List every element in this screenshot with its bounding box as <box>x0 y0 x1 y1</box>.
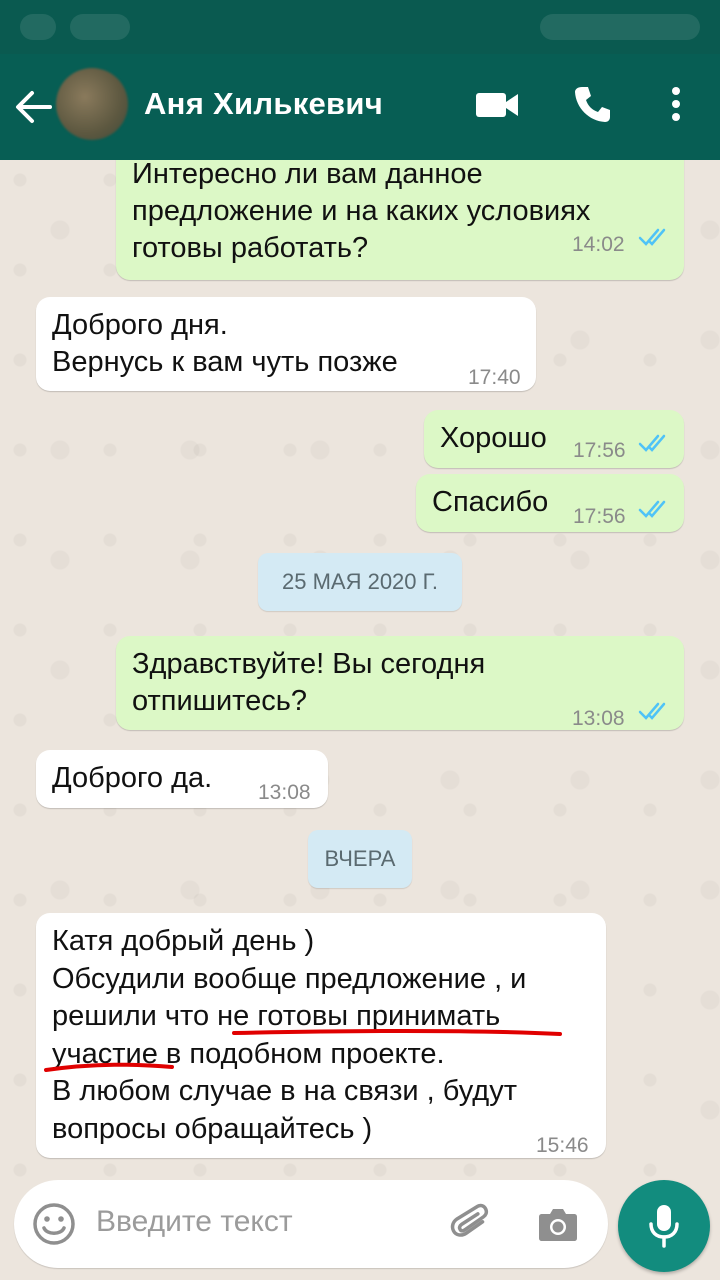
message-outgoing[interactable]: Здравствуйте! Вы сегодня отпишитесь? 13:… <box>116 636 684 730</box>
chat-area[interactable]: Интересно ли вам данное предложение и на… <box>0 160 720 1180</box>
message-incoming[interactable]: Доброго дня. Вернусь к вам чуть позже 17… <box>36 297 536 391</box>
message-incoming[interactable]: Доброго да. 13:08 <box>36 750 328 808</box>
avatar[interactable] <box>56 68 128 140</box>
message-text: Доброго дня. Вернусь к вам чуть позже <box>52 309 398 378</box>
read-ticks-icon <box>638 228 666 246</box>
camera-icon[interactable] <box>536 1202 580 1246</box>
status-icons-right <box>540 14 700 40</box>
attach-icon[interactable] <box>448 1200 496 1248</box>
compose-bar: Введите текст <box>0 1180 720 1280</box>
contact-name[interactable]: Аня Хилькевич <box>144 86 383 122</box>
message-time: 17:56 <box>573 439 626 462</box>
message-time: 13:08 <box>572 707 625 730</box>
message-incoming[interactable]: Катя добрый день ) Обсудили вообще предл… <box>36 913 606 1158</box>
message-time: 17:40 <box>468 366 521 389</box>
message-input[interactable]: Введите текст <box>14 1180 608 1268</box>
status-icon <box>20 14 56 40</box>
date-separator: ВЧЕРА <box>308 830 412 888</box>
message-text: Спасибо <box>432 486 549 518</box>
read-ticks-icon <box>638 702 666 720</box>
message-text: Здравствуйте! Вы сегодня отпишитесь? <box>132 648 486 717</box>
message-outgoing[interactable]: Интересно ли вам данное предложение и на… <box>116 160 684 280</box>
back-arrow-icon[interactable] <box>14 89 54 125</box>
read-ticks-icon <box>638 434 666 452</box>
message-time: 15:46 <box>536 1134 589 1157</box>
input-placeholder: Введите текст <box>96 1205 293 1238</box>
message-text: Хорошо <box>440 422 547 454</box>
read-ticks-icon <box>638 500 666 518</box>
emoji-icon[interactable] <box>32 1202 76 1246</box>
message-time: 13:08 <box>258 781 311 804</box>
phone-icon[interactable] <box>572 84 612 124</box>
date-separator: 25 МАЯ 2020 Г. <box>258 553 462 611</box>
message-time: 14:02 <box>572 233 625 256</box>
mic-icon <box>649 1205 679 1248</box>
status-icon <box>70 14 130 40</box>
video-call-icon[interactable] <box>474 84 520 124</box>
mic-button[interactable] <box>618 1180 710 1272</box>
red-underline-annotation <box>44 1028 562 1072</box>
message-outgoing[interactable]: Хорошо 17:56 <box>424 410 684 468</box>
message-time: 17:56 <box>573 505 626 528</box>
message-outgoing[interactable]: Спасибо 17:56 <box>416 474 684 532</box>
message-text: Интересно ли вам данное предложение и на… <box>132 160 591 264</box>
chat-header: Аня Хилькевич <box>0 54 720 160</box>
more-vert-icon[interactable] <box>668 84 684 124</box>
message-text: Доброго да. <box>52 762 213 794</box>
status-bar <box>0 0 720 54</box>
